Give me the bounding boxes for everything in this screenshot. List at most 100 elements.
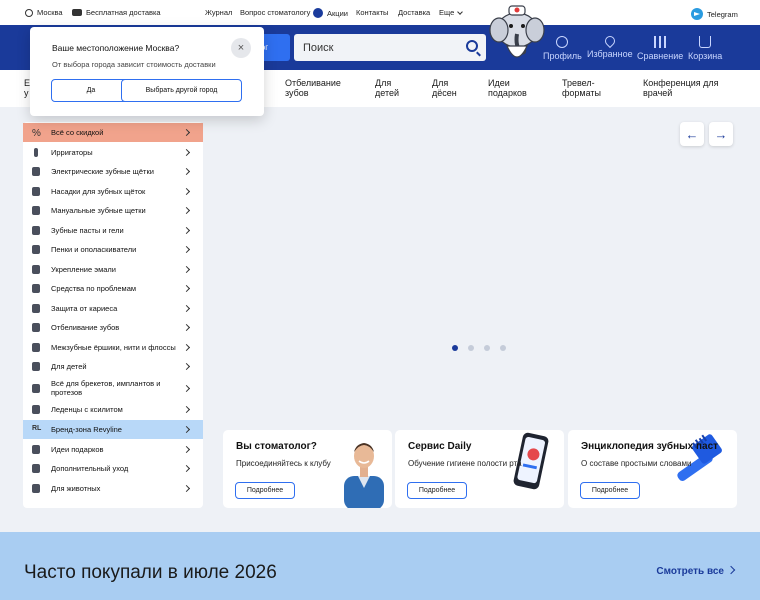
card-subtitle: О составе простыми словами [581, 459, 692, 468]
sidebar-item-extra-care[interactable]: Дополнительный уход [23, 459, 203, 478]
card-title: Сервис Daily [408, 441, 472, 452]
compare-button[interactable]: Сравнение [637, 36, 683, 61]
elephant-dentist-mascot [489, 5, 545, 58]
sidebar-item-problems[interactable]: Средства по проблемам [23, 279, 203, 298]
tooth-problem-icon [32, 284, 40, 293]
slider-dot[interactable] [452, 345, 458, 351]
card-more-button[interactable]: Подробнее [580, 482, 640, 499]
slider-prev-button[interactable]: ← [680, 122, 704, 146]
sidebar-item-braces[interactable]: Всё для брекетов, имплантов и протезов [23, 377, 203, 399]
cart-button[interactable]: Корзина [688, 36, 722, 61]
chevron-right-icon [182, 245, 191, 254]
percent-icon: % [32, 128, 41, 139]
promo-card-daily[interactable]: Сервис Daily Обучение гигиене полости рт… [395, 430, 564, 508]
chevron-right-icon [182, 362, 191, 371]
chevron-right-icon [182, 484, 191, 493]
link-delivery[interactable]: Доставка [398, 8, 430, 17]
catnav-gums[interactable]: Для дёсен [432, 78, 457, 98]
sidebar-item-brand-zone[interactable]: RL Бренд-зона Revyline [23, 420, 203, 439]
chevron-right-icon [726, 565, 736, 575]
free-delivery-link[interactable]: Бесплатная доставка [72, 8, 161, 17]
promo-card-dentist[interactable]: Вы стоматолог? Присоединяйтесь к клубу П… [223, 430, 392, 508]
gift-icon [32, 445, 40, 454]
favorites-button[interactable]: Избранное [587, 33, 633, 59]
chevron-right-icon [182, 445, 191, 454]
slider-dot[interactable] [468, 345, 474, 351]
link-more[interactable]: Еще [439, 8, 464, 17]
telegram-link[interactable]: Telegram [691, 8, 738, 20]
city-selector[interactable]: Москва [25, 8, 63, 17]
profile-button[interactable]: Профиль [543, 36, 582, 61]
sidebar-item-caries[interactable]: Защита от кариеса [23, 299, 203, 318]
sidebar-item-irrigators[interactable]: Ирригаторы [23, 143, 203, 162]
tooth-icon [32, 304, 40, 313]
chevron-right-icon [182, 323, 191, 332]
choose-other-city-button[interactable]: Выбрать другой город [121, 79, 242, 102]
favorites-label: Избранное [587, 49, 633, 59]
sidebar-item-label: Защита от кариеса [51, 304, 118, 313]
bottle-icon [32, 245, 40, 254]
kids-tooth-icon [32, 362, 40, 371]
chevron-right-icon [182, 167, 191, 176]
sidebar-item-label: Дополнительный уход [51, 464, 129, 473]
search-box [294, 34, 486, 61]
profile-icon [556, 36, 569, 48]
link-journal[interactable]: Журнал [205, 8, 232, 17]
compare-label: Сравнение [637, 51, 684, 61]
catnav-gift-ideas[interactable]: Идеи подарков [488, 78, 527, 98]
slider-dot[interactable] [500, 345, 506, 351]
location-pin-icon [25, 8, 33, 17]
heart-icon [602, 33, 617, 49]
chevron-right-icon [182, 304, 191, 313]
sidebar-item-electric-brushes[interactable]: Электрические зубные щётки [23, 162, 203, 181]
sidebar-item-label: Межзубные ёршики, нити и флоссы [51, 343, 176, 352]
popup-question: Ваше местоположение Москва? [52, 43, 180, 53]
sidebar-item-kids[interactable]: Для детей [23, 357, 203, 376]
tooth-sparkle-icon [32, 323, 40, 332]
sidebar-item-floss[interactable]: Межзубные ёршики, нити и флоссы [23, 338, 203, 357]
chevron-right-icon [182, 265, 191, 274]
link-contacts[interactable]: Контакты [356, 8, 388, 17]
sidebar-item-discount[interactable]: % Всё со скидкой [23, 123, 203, 142]
braces-icon [32, 383, 40, 393]
sidebar-item-brush-heads[interactable]: Насадки для зубных щёток [23, 182, 203, 201]
sidebar-item-lollipops[interactable]: Леденцы с ксилитом [23, 400, 203, 419]
card-title: Вы стоматолог? [236, 441, 317, 452]
card-subtitle: Обучение гигиене полости рта [408, 459, 522, 468]
sidebar-item-rinses[interactable]: Пенки и ополаскиватели [23, 240, 203, 259]
catnav-conference[interactable]: Конференция для врачей [643, 78, 719, 98]
sidebar-item-gifts[interactable]: Идеи подарков [23, 440, 203, 459]
sidebar-item-manual-brushes[interactable]: Мануальные зубные щетки [23, 201, 203, 220]
catnav-whitening[interactable]: Отбеливание зубов [285, 78, 341, 98]
sidebar-item-pets[interactable]: Для животных [23, 479, 203, 498]
close-icon[interactable]: × [231, 38, 251, 58]
link-promotions[interactable]: Акции [313, 8, 348, 18]
slider-next-button[interactable]: → [709, 122, 733, 146]
catnav-kids[interactable]: Для детей [375, 78, 399, 98]
card-more-button[interactable]: Подробнее [235, 482, 295, 499]
chevron-right-icon [182, 405, 191, 414]
promo-card-encyclopedia[interactable]: Энциклопедия зубных паст О составе прост… [568, 430, 737, 508]
toothbrush-icon [32, 167, 40, 176]
confirm-city-button[interactable]: Да [51, 79, 131, 102]
profile-label: Профиль [543, 51, 582, 61]
link-ask-dentist[interactable]: Вопрос стоматологу [240, 8, 310, 17]
slider-dot[interactable] [484, 345, 490, 351]
search-icon[interactable] [466, 40, 478, 52]
see-all-link[interactable]: Смотреть все [656, 566, 724, 577]
chevron-down-icon [457, 8, 464, 15]
card-more-button[interactable]: Подробнее [407, 482, 467, 499]
sidebar-item-toothpaste[interactable]: Зубные пасты и гели [23, 221, 203, 240]
free-delivery-label: Бесплатная доставка [86, 8, 161, 17]
catnav-travel[interactable]: Тревел-форматы [562, 78, 601, 98]
sidebar-item-enamel[interactable]: Укрепление эмали [23, 260, 203, 279]
card-title: Энциклопедия зубных паст [581, 441, 719, 452]
search-input[interactable] [294, 34, 454, 61]
chevron-right-icon [182, 384, 191, 392]
sidebar-item-label: Для детей [51, 362, 87, 371]
tooth-shield-icon [32, 265, 40, 274]
chevron-right-icon [182, 284, 191, 293]
sidebar-item-whitening[interactable]: Отбеливание зубов [23, 318, 203, 337]
chevron-right-icon [182, 128, 191, 137]
sidebar-item-label: Отбеливание зубов [51, 323, 120, 332]
